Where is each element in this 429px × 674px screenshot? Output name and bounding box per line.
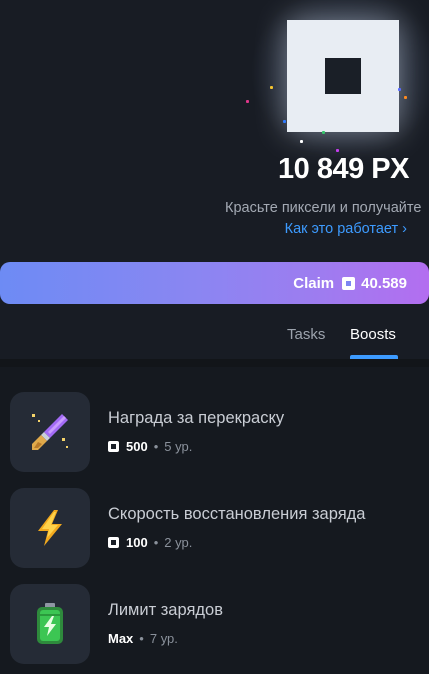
section-divider (0, 359, 429, 367)
confetti-spark (336, 149, 339, 152)
confetti-spark (283, 120, 286, 123)
boost-icon-tile (10, 488, 90, 568)
boost-icon-tile (10, 584, 90, 664)
separator-dot: • (139, 631, 144, 646)
boost-level: 5 ур. (164, 439, 193, 454)
boost-level: 7 ур. (149, 631, 178, 646)
how-it-works-link[interactable]: Как это работает › (285, 221, 407, 237)
lightning-icon (38, 510, 62, 546)
boost-level: 2 ур. (164, 535, 193, 550)
confetti-spark (398, 88, 401, 91)
tab-tasks[interactable]: Tasks (287, 326, 325, 343)
tab-boosts[interactable]: Boosts (350, 326, 396, 343)
pixel-coin-icon (108, 537, 119, 548)
balance-amount: 10 849 PX (278, 153, 409, 185)
boost-item-repaint-reward[interactable]: Награда за перекраску 500 • 5 ур. (0, 392, 429, 482)
boost-meta: 100 • 2 ур. (108, 535, 192, 550)
battery-icon (37, 603, 63, 644)
boost-meta: 500 • 5 ур. (108, 439, 192, 454)
brush-icon (32, 414, 68, 450)
confetti-spark (270, 86, 273, 89)
separator-dot: • (153, 439, 159, 454)
header-subtitle: Красьте пиксели и получайте (225, 200, 422, 216)
pixel-coin-icon (342, 276, 356, 290)
confetti-spark (300, 140, 303, 143)
boost-title: Скорость восстановления заряда (108, 505, 366, 523)
claim-label: Claim (293, 274, 335, 292)
notpixel-logo (287, 20, 399, 132)
header-section: 10 849 PX Красьте пиксели и получайте Ка… (0, 0, 429, 360)
claim-button[interactable]: Claim 40.589 (0, 262, 429, 304)
claim-amount: 40.589 (361, 274, 407, 292)
confetti-spark (404, 96, 407, 99)
boost-icon-tile (10, 392, 90, 472)
pixel-coin-icon (108, 441, 119, 452)
boost-meta: Max • 7 ур. (108, 631, 178, 646)
boost-price: Max (108, 631, 134, 646)
boost-title: Лимит зарядов (108, 601, 223, 619)
boost-item-recharge-speed[interactable]: Скорость восстановления заряда 100 • 2 у… (0, 488, 429, 578)
confetti-spark (246, 100, 249, 103)
claim-content: Claim 40.589 (293, 262, 407, 304)
separator-dot: • (153, 535, 159, 550)
logo-center (325, 58, 361, 94)
boost-title: Награда за перекраску (108, 409, 285, 427)
boost-price: 100 (126, 535, 148, 550)
boost-item-charge-limit[interactable]: Лимит зарядов Max • 7 ур. (0, 584, 429, 674)
confetti-spark (322, 131, 325, 134)
boost-price: 500 (126, 439, 148, 454)
